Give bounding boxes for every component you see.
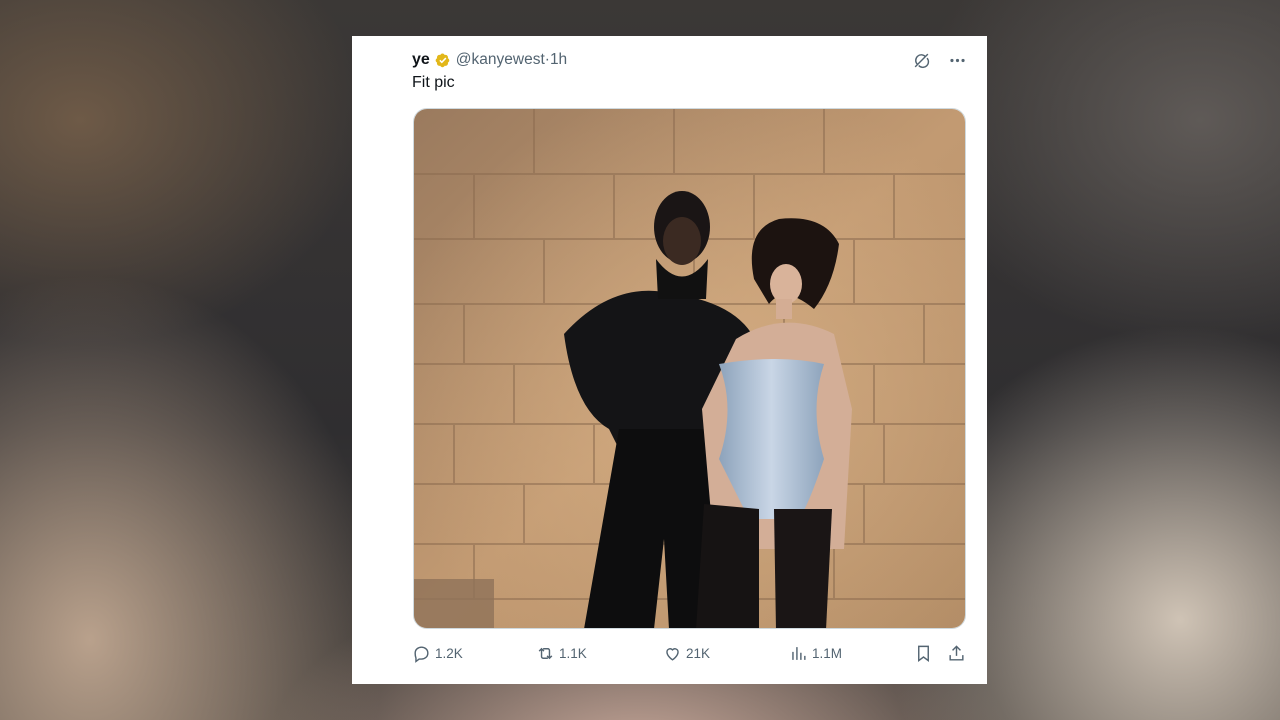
post-actions: 1.2K 1.1K 21K 1.1M [412, 644, 967, 666]
like-icon [666, 648, 679, 661]
more-icon[interactable] [947, 50, 967, 70]
bookmark-button[interactable] [914, 644, 933, 663]
display-name[interactable]: ye [412, 51, 430, 69]
reply-button[interactable]: 1.2K [412, 644, 463, 663]
views-button[interactable]: 1.1M [789, 644, 842, 663]
avatar[interactable] [362, 48, 402, 88]
bookmark-icon [918, 645, 929, 663]
post-time[interactable]: 1h [550, 51, 567, 69]
share-button[interactable] [947, 644, 966, 663]
like-button[interactable]: 21K [663, 644, 710, 663]
post-card: ye @kanyewest · 1h Fit pic 1.2K 1.1K 21K… [352, 36, 987, 684]
reply-icon [414, 646, 429, 663]
like-count: 21K [686, 646, 711, 661]
views-icon [792, 647, 806, 660]
grok-icon[interactable] [911, 50, 931, 70]
post-top-actions [911, 50, 967, 70]
verified-badge-icon [434, 51, 452, 69]
reply-count: 1.2K [435, 646, 463, 661]
repost-icon [538, 647, 553, 660]
share-icon [949, 645, 964, 661]
post-image[interactable] [413, 108, 966, 629]
views-count: 1.1M [812, 646, 843, 661]
user-handle[interactable]: @kanyewest [456, 51, 545, 69]
post-photo-illustration [414, 109, 965, 628]
repost-count: 1.1K [559, 646, 587, 661]
post-header: ye @kanyewest · 1h [412, 50, 567, 70]
repost-button[interactable]: 1.1K [536, 644, 587, 663]
post-text: Fit pic [412, 74, 455, 91]
